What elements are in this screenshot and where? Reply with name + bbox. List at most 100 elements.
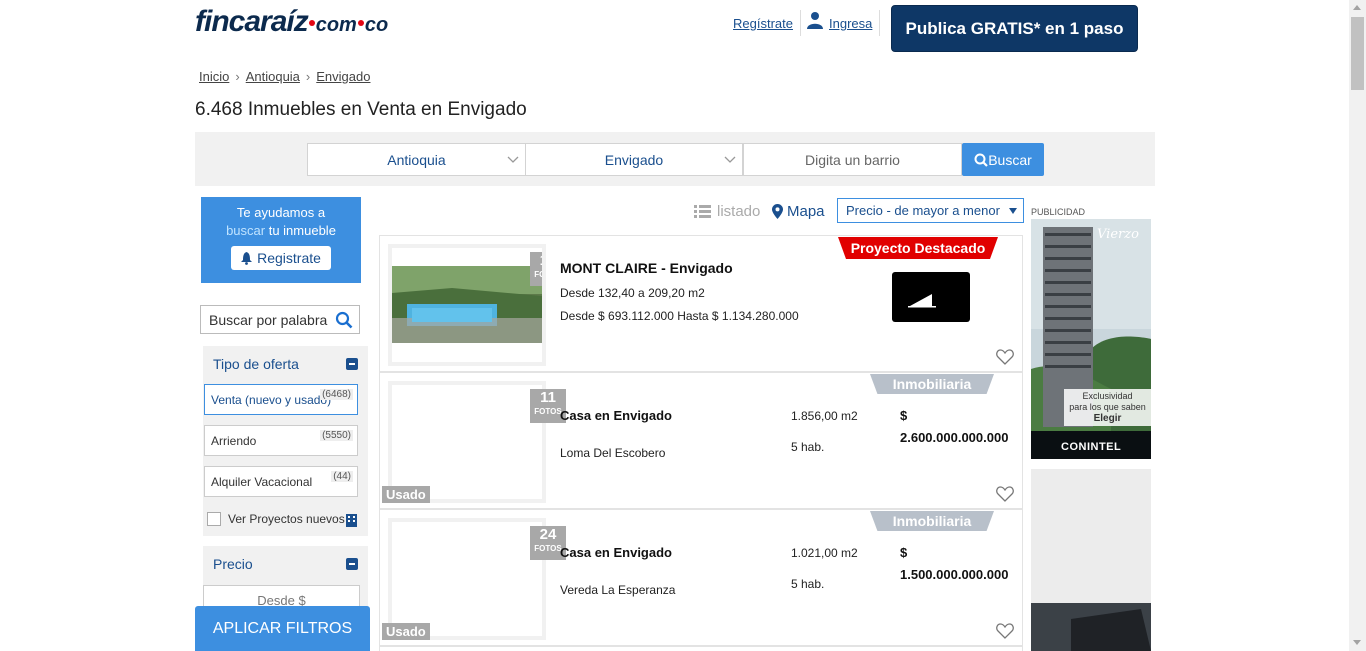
scrollbar-thumb[interactable] — [1351, 17, 1364, 90]
scroll-down-arrow-icon[interactable] — [1353, 640, 1361, 645]
agency-ribbon: Inmobiliaria — [870, 511, 994, 531]
offer-option-arriendo[interactable]: Arriendo (5550) — [204, 425, 358, 456]
listing-area: 1.021,00 m2 — [791, 546, 858, 560]
ad-banner[interactable]: Vierzo Exclusividad para los que saben E… — [1031, 219, 1151, 459]
map-view-toggle[interactable]: Mapa — [772, 203, 825, 220]
map-pin-icon — [772, 204, 783, 219]
site-logo[interactable]: fincaraíz com co — [195, 5, 388, 39]
barrio-input[interactable]: Digita un barrio — [743, 143, 962, 176]
register-link[interactable]: Regístrate — [733, 16, 793, 31]
search-icon[interactable] — [335, 311, 353, 329]
price-header[interactable]: Precio — [203, 546, 368, 582]
city-select[interactable]: Envigado — [525, 143, 743, 176]
keyword-search-input[interactable]: Buscar por palabra — [200, 305, 360, 334]
listing-photo[interactable]: 12 FOTOS — [388, 244, 546, 366]
listing-title[interactable]: MONT CLAIRE - Envigado — [560, 260, 733, 276]
logo-com: com — [315, 14, 357, 36]
listing-rooms: 5 hab. — [791, 440, 825, 454]
listing-card[interactable]: 11 FOTOS Usado Inmobiliaria Casa en Envi… — [379, 372, 1023, 509]
logo-dot — [308, 20, 315, 27]
agency-ribbon: Inmobiliaria — [870, 374, 994, 394]
listing-photo[interactable]: 24 FOTOS — [388, 518, 566, 640]
help-button-label: Registrate — [257, 250, 321, 266]
offer-type-header[interactable]: Tipo de oferta — [203, 346, 368, 382]
collapse-icon[interactable] — [346, 358, 358, 370]
condition-badge: Usado — [382, 623, 430, 640]
projects-checkbox[interactable] — [207, 512, 221, 526]
building-icon — [346, 514, 357, 527]
barrio-placeholder: Digita un barrio — [805, 151, 900, 168]
scroll-up-arrow-icon[interactable] — [1353, 5, 1361, 10]
ad-label: PUBLICIDAD — [1031, 207, 1086, 217]
developer-logo-mark — [908, 294, 936, 308]
developer-logo[interactable] — [892, 272, 970, 322]
listing-card[interactable]: 24 FOTOS Usado Inmobiliaria Casa en Envi… — [379, 509, 1023, 646]
favorite-heart-icon[interactable] — [996, 349, 1014, 365]
help-register-button[interactable]: Registrate — [231, 246, 331, 270]
favorite-heart-icon[interactable] — [996, 623, 1014, 639]
help-text-line2: buscar tu inmueble — [201, 222, 361, 240]
offer-option-venta[interactable]: Venta (nuevo y usado) (6468) — [204, 384, 358, 415]
photo-count-badge: 12 FOTOS — [530, 252, 546, 286]
logo-dot — [357, 20, 364, 27]
listing-card[interactable] — [379, 646, 1023, 651]
breadcrumb-separator: › — [305, 69, 311, 84]
collapse-icon[interactable] — [346, 558, 358, 570]
page-scrollbar[interactable] — [1349, 0, 1366, 651]
login-link[interactable]: Ingresa — [829, 16, 872, 31]
photo-label: FOTOS — [534, 270, 546, 279]
photo-count: 11 — [540, 389, 556, 406]
offer-option-vacacional[interactable]: Alquiler Vacacional (44) — [204, 466, 358, 497]
offer-label: Arriendo — [211, 433, 257, 448]
breadcrumb: Inicio › Antioquia › Envigado — [199, 69, 370, 84]
ad-tagline: Exclusividad para los que saben Elegir — [1064, 389, 1151, 426]
logo-text: fincaraíz — [195, 5, 309, 38]
breadcrumb-inicio[interactable]: Inicio — [199, 69, 229, 84]
department-select[interactable]: Antioquia — [307, 143, 526, 176]
condition-badge: Usado — [382, 486, 430, 503]
help-rest: tu inmueble — [268, 223, 336, 238]
price-value: 2.600.000.000.000 — [900, 430, 1009, 445]
projects-label: Ver Proyectos nuevos — [228, 512, 345, 526]
ad-tagline-3: Elegir — [1093, 413, 1122, 424]
list-view-toggle[interactable]: listado — [694, 203, 760, 220]
list-icon — [694, 205, 711, 218]
ad-secondary-image — [1031, 469, 1151, 651]
chevron-down-icon — [724, 156, 736, 163]
listing-photo[interactable]: 11 FOTOS — [388, 381, 566, 503]
ad-company: CONINTEL — [1061, 441, 1122, 453]
search-button[interactable]: Buscar — [962, 143, 1044, 176]
ad-banner-secondary[interactable] — [1031, 469, 1151, 651]
projects-checkbox-row[interactable]: Ver Proyectos nuevos — [207, 512, 345, 526]
search-icon — [974, 153, 988, 167]
listing-area: Desde 132,40 a 209,20 m2 — [560, 286, 705, 300]
listing-rooms: 5 hab. — [791, 577, 825, 591]
breadcrumb-antioquia[interactable]: Antioquia — [246, 69, 300, 84]
photo-count: 24 — [539, 526, 557, 543]
listing-title[interactable]: Casa en Envigado — [560, 545, 672, 560]
ad-brand: Vierzo — [1097, 227, 1139, 242]
offer-count: (6468) — [320, 389, 353, 400]
price-currency: $ — [900, 408, 908, 423]
offer-label: Alquiler Vacacional — [211, 474, 313, 489]
listing-title[interactable]: Casa en Envigado — [560, 408, 672, 423]
search-button-label: Buscar — [988, 151, 1032, 168]
ad-tagline-1: Exclusividad — [1082, 391, 1133, 401]
photo-count: 12 — [530, 252, 542, 270]
search-bar: Antioquia Envigado Digita un barrio Busc… — [195, 132, 1155, 186]
header-divider — [800, 10, 801, 36]
publish-button[interactable]: Publica GRATIS* en 1 paso — [891, 5, 1138, 52]
apply-filters-button[interactable]: APLICAR FILTROS — [195, 606, 370, 651]
listing-price: $ 2.600.000.000.000 — [900, 405, 1008, 449]
favorite-heart-icon[interactable] — [996, 486, 1014, 502]
listing-price: $ 1.500.000.000.000 — [900, 542, 1008, 586]
keyword-placeholder: Buscar por palabra — [209, 311, 328, 328]
listing-area: 1.856,00 m2 — [791, 409, 858, 423]
sort-select[interactable]: Precio - de mayor a menor — [837, 198, 1024, 223]
listing-card[interactable]: 12 FOTOS Proyecto Destacado MONT CLAIRE … — [379, 235, 1023, 372]
city-value: Envigado — [604, 151, 664, 168]
breadcrumb-envigado[interactable]: Envigado — [316, 69, 370, 84]
dropdown-arrow-icon — [1009, 208, 1017, 214]
offer-label: Venta (nuevo y usado) — [211, 392, 332, 407]
map-view-label: Mapa — [787, 203, 825, 220]
